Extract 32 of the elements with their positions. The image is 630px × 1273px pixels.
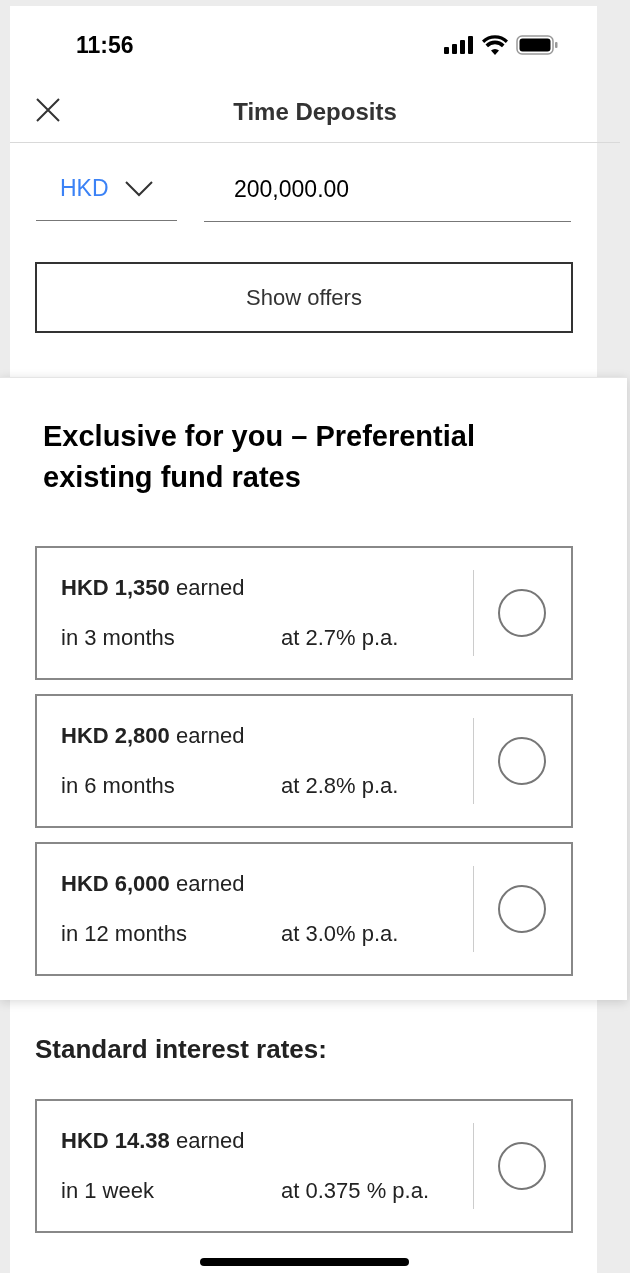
rate-text: at 2.8% p.a. [281,773,399,799]
earned-amount: HKD 2,800 earned [61,723,246,749]
radio-button[interactable] [498,885,546,933]
amount-field[interactable]: 200,000.00 [204,167,571,222]
rate-text: at 2.7% p.a. [281,625,399,651]
earned-amount: HKD 14.38 earned [61,1128,246,1154]
offer-card[interactable]: HKD 1,350 earned in 3 months at 2.7% p.a. [35,546,573,680]
earned-amount: HKD 6,000 earned [61,871,246,897]
offer-card[interactable]: HKD 14.38 earned in 1 week at 0.375 % p.a. [35,1099,573,1233]
term-text: in 1 week [61,1178,155,1204]
currency-dropdown[interactable]: HKD [36,167,177,221]
radio-button[interactable] [498,1142,546,1190]
wifi-icon [482,35,508,55]
radio-button[interactable] [498,589,546,637]
term-text: in 3 months [61,625,176,651]
earned-amount: HKD 1,350 earned [61,575,246,601]
show-offers-button[interactable]: Show offers [35,262,573,333]
section-heading: Standard interest rates: [35,1033,328,1066]
radio-button[interactable] [498,737,546,785]
section-heading: Exclusive for you – Preferential existing fund rates [43,419,476,495]
offer-card[interactable]: HKD 6,000 earned in 12 months at 3.0% p.a. [35,842,573,976]
rate-text: at 0.375 % p.a. [281,1178,429,1204]
page-title: Time Deposits [233,97,397,127]
battery-icon [516,35,558,55]
offer-card[interactable]: HKD 2,800 earned in 6 months at 2.8% p.a. [35,694,573,828]
term-text: in 6 months [61,773,176,799]
close-icon[interactable] [36,98,60,122]
chevron-down-icon [124,180,153,197]
status-time: 11:56 [76,30,134,60]
term-text: in 12 months [61,921,188,947]
rate-text: at 3.0% p.a. [281,921,399,947]
signal-icon [444,36,474,54]
